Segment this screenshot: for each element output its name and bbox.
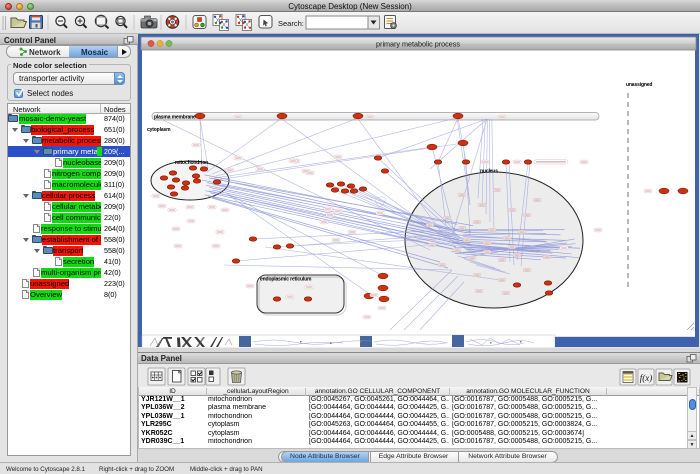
svg-text:plasma membrane: plasma membrane (154, 115, 196, 121)
svg-text:mitochondrion: mitochondrion (175, 160, 208, 166)
svg-text:unassigned: unassigned (626, 82, 652, 88)
svg-text:endoplasmic reticulum: endoplasmic reticulum (260, 277, 312, 283)
svg-text:nucleus: nucleus (480, 169, 498, 175)
svg-text:cytoplasm: cytoplasm (147, 127, 171, 133)
svg-text:f(x): f(x) (640, 373, 653, 383)
svg-text:primary metabolic process: primary metabolic process (376, 39, 460, 48)
